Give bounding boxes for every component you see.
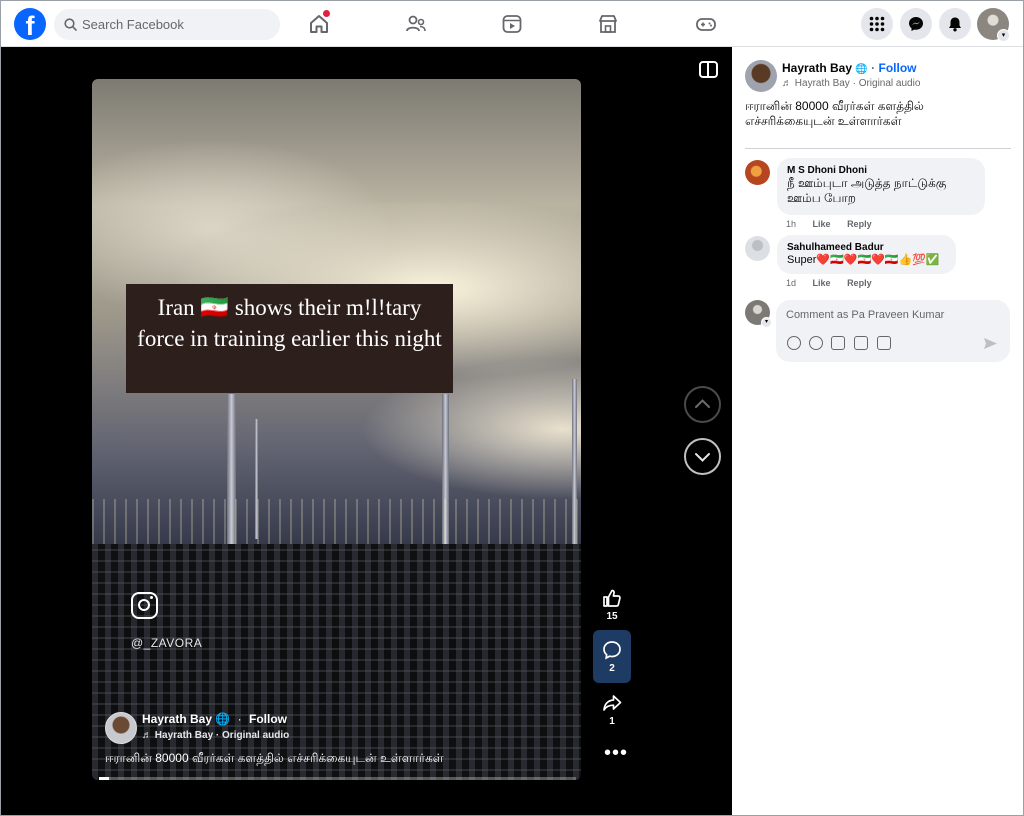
comment-like-button[interactable]: Like bbox=[813, 278, 831, 288]
comment-like-button[interactable]: Like bbox=[813, 219, 831, 229]
marketplace-icon bbox=[599, 15, 617, 33]
friends-tab[interactable] bbox=[404, 12, 428, 36]
comment-actions: 1h Like Reply bbox=[786, 219, 872, 229]
share-button[interactable] bbox=[593, 692, 631, 719]
grid-menu-icon bbox=[869, 16, 885, 32]
globe-icon: 🌐 bbox=[855, 64, 868, 75]
home-tab[interactable] bbox=[307, 10, 331, 36]
commenter-name[interactable]: M S Dhoni Dhoni bbox=[787, 165, 975, 176]
facebook-logo[interactable]: f bbox=[14, 8, 46, 40]
commenter-avatar[interactable] bbox=[745, 160, 770, 185]
video-tab[interactable] bbox=[500, 12, 524, 36]
like-button[interactable] bbox=[593, 587, 631, 614]
video-author-name[interactable]: Hayrath Bay bbox=[142, 712, 212, 726]
separator-dot: · bbox=[237, 712, 242, 726]
commenter-name[interactable]: Sahulhameed Badur bbox=[787, 242, 946, 253]
more-options-button[interactable]: ••• bbox=[604, 743, 628, 763]
comment-time: 1h bbox=[786, 219, 797, 229]
chevron-down-icon[interactable]: ▾ bbox=[761, 317, 772, 328]
search-input[interactable] bbox=[82, 9, 272, 40]
comments-button-icon-wrap[interactable] bbox=[593, 639, 631, 666]
chevron-down-icon bbox=[695, 453, 710, 462]
video-author-avatar[interactable] bbox=[105, 712, 137, 744]
send-icon[interactable] bbox=[983, 336, 998, 351]
comment-actions: 1d Like Reply bbox=[786, 278, 872, 288]
messenger-icon bbox=[909, 17, 923, 31]
post-author-avatar[interactable] bbox=[745, 60, 777, 92]
separator-dot: · bbox=[871, 61, 876, 75]
like-count: 15 bbox=[606, 611, 618, 622]
watermark-handle: @_ZAVORA bbox=[131, 636, 203, 650]
comment-bubble: M S Dhoni Dhoni நீ ஊம்புடா அடுத்த நாட்டு… bbox=[777, 158, 985, 215]
bell-icon bbox=[949, 17, 961, 32]
video-audio-line[interactable]: ♬ Hayrath Bay · Original audio bbox=[142, 730, 289, 741]
instagram-icon bbox=[131, 592, 158, 619]
comment-reply-button[interactable]: Reply bbox=[847, 219, 872, 229]
video-follow-button[interactable]: Follow bbox=[249, 712, 287, 726]
comment-text: Super❤️🇮🇷❤️🇮🇷❤️🇮🇷👍💯✅ bbox=[787, 254, 940, 266]
divider bbox=[745, 148, 1011, 149]
emoji-icon[interactable] bbox=[809, 336, 823, 350]
chevron-up-icon bbox=[695, 399, 710, 408]
video-overlay-caption: Iran 🇮🇷 shows their m!l!tary force in tr… bbox=[126, 284, 453, 393]
comment-bubble: Sahulhameed Badur Super❤️🇮🇷❤️🇮🇷❤️🇮🇷👍💯✅ bbox=[777, 235, 956, 274]
sticker-icon[interactable] bbox=[877, 336, 891, 350]
friends-icon bbox=[406, 15, 426, 32]
video-author-line: Hayrath Bay 🌐 · Follow bbox=[142, 712, 287, 726]
commenter-avatar[interactable] bbox=[745, 236, 770, 261]
video-audio-label: Hayrath Bay · Original audio bbox=[154, 730, 290, 741]
marching-soldiers bbox=[92, 544, 581, 780]
video-progress-bar[interactable] bbox=[99, 777, 576, 780]
comment-time: 1d bbox=[786, 278, 797, 288]
camera-icon[interactable] bbox=[831, 336, 845, 350]
reel-video[interactable] bbox=[92, 79, 581, 780]
thumbs-up-icon bbox=[603, 589, 621, 607]
post-follow-button[interactable]: Follow bbox=[879, 61, 917, 75]
comment-count: 2 bbox=[609, 663, 615, 674]
toggle-side-panel-icon[interactable] bbox=[699, 61, 718, 78]
previous-video-button[interactable] bbox=[684, 386, 721, 423]
post-caption: ஈரானின் 80000 வீரர்கள் களத்தில் எச்சரிக்… bbox=[745, 99, 924, 128]
music-note-icon: ♬ bbox=[782, 78, 792, 89]
comment-icon bbox=[603, 641, 621, 660]
facebook-logo-letter: f bbox=[25, 11, 35, 40]
post-audio-line[interactable]: ♬ Hayrath Bay · Original audio bbox=[782, 78, 920, 89]
video-caption: ஈரானின் 80000 வீரர்கள் களத்தில் எச்சரிக்… bbox=[105, 751, 444, 765]
messenger-button[interactable] bbox=[900, 8, 932, 40]
search-icon bbox=[64, 18, 77, 31]
gaming-tab[interactable] bbox=[694, 12, 718, 36]
music-note-icon: ♬ bbox=[142, 730, 152, 741]
search-box[interactable] bbox=[54, 9, 280, 40]
video-progress-fill bbox=[99, 777, 109, 780]
comment-reply-button[interactable]: Reply bbox=[847, 278, 872, 288]
marketplace-tab[interactable] bbox=[596, 12, 620, 36]
top-navigation-bar: f Search Facebook ▾ bbox=[0, 0, 1024, 47]
post-audio-label: Hayrath Bay · Original audio bbox=[794, 78, 921, 89]
next-video-button[interactable] bbox=[684, 438, 721, 475]
notification-dot bbox=[323, 10, 330, 17]
video-icon bbox=[502, 15, 522, 33]
globe-icon: 🌐 bbox=[215, 712, 231, 726]
comment-text: நீ ஊம்புடா அடுத்த நாட்டுக்கு ஊம்ப போற bbox=[787, 176, 947, 205]
avatar-sticker-icon[interactable] bbox=[787, 336, 801, 350]
post-author-name[interactable]: Hayrath Bay bbox=[782, 61, 852, 75]
comment-input[interactable] bbox=[786, 306, 996, 324]
gamepad-icon bbox=[696, 18, 716, 31]
menu-button[interactable] bbox=[861, 8, 893, 40]
share-count: 1 bbox=[609, 716, 615, 727]
post-author-line: Hayrath Bay 🌐 · Follow bbox=[782, 61, 917, 75]
comment-composer[interactable] bbox=[776, 300, 1010, 362]
notifications-button[interactable] bbox=[939, 8, 971, 40]
share-arrow-icon bbox=[603, 695, 622, 711]
city-lights bbox=[92, 499, 581, 544]
account-chevron-down-icon[interactable]: ▾ bbox=[997, 29, 1010, 42]
gif-icon[interactable] bbox=[854, 336, 868, 350]
